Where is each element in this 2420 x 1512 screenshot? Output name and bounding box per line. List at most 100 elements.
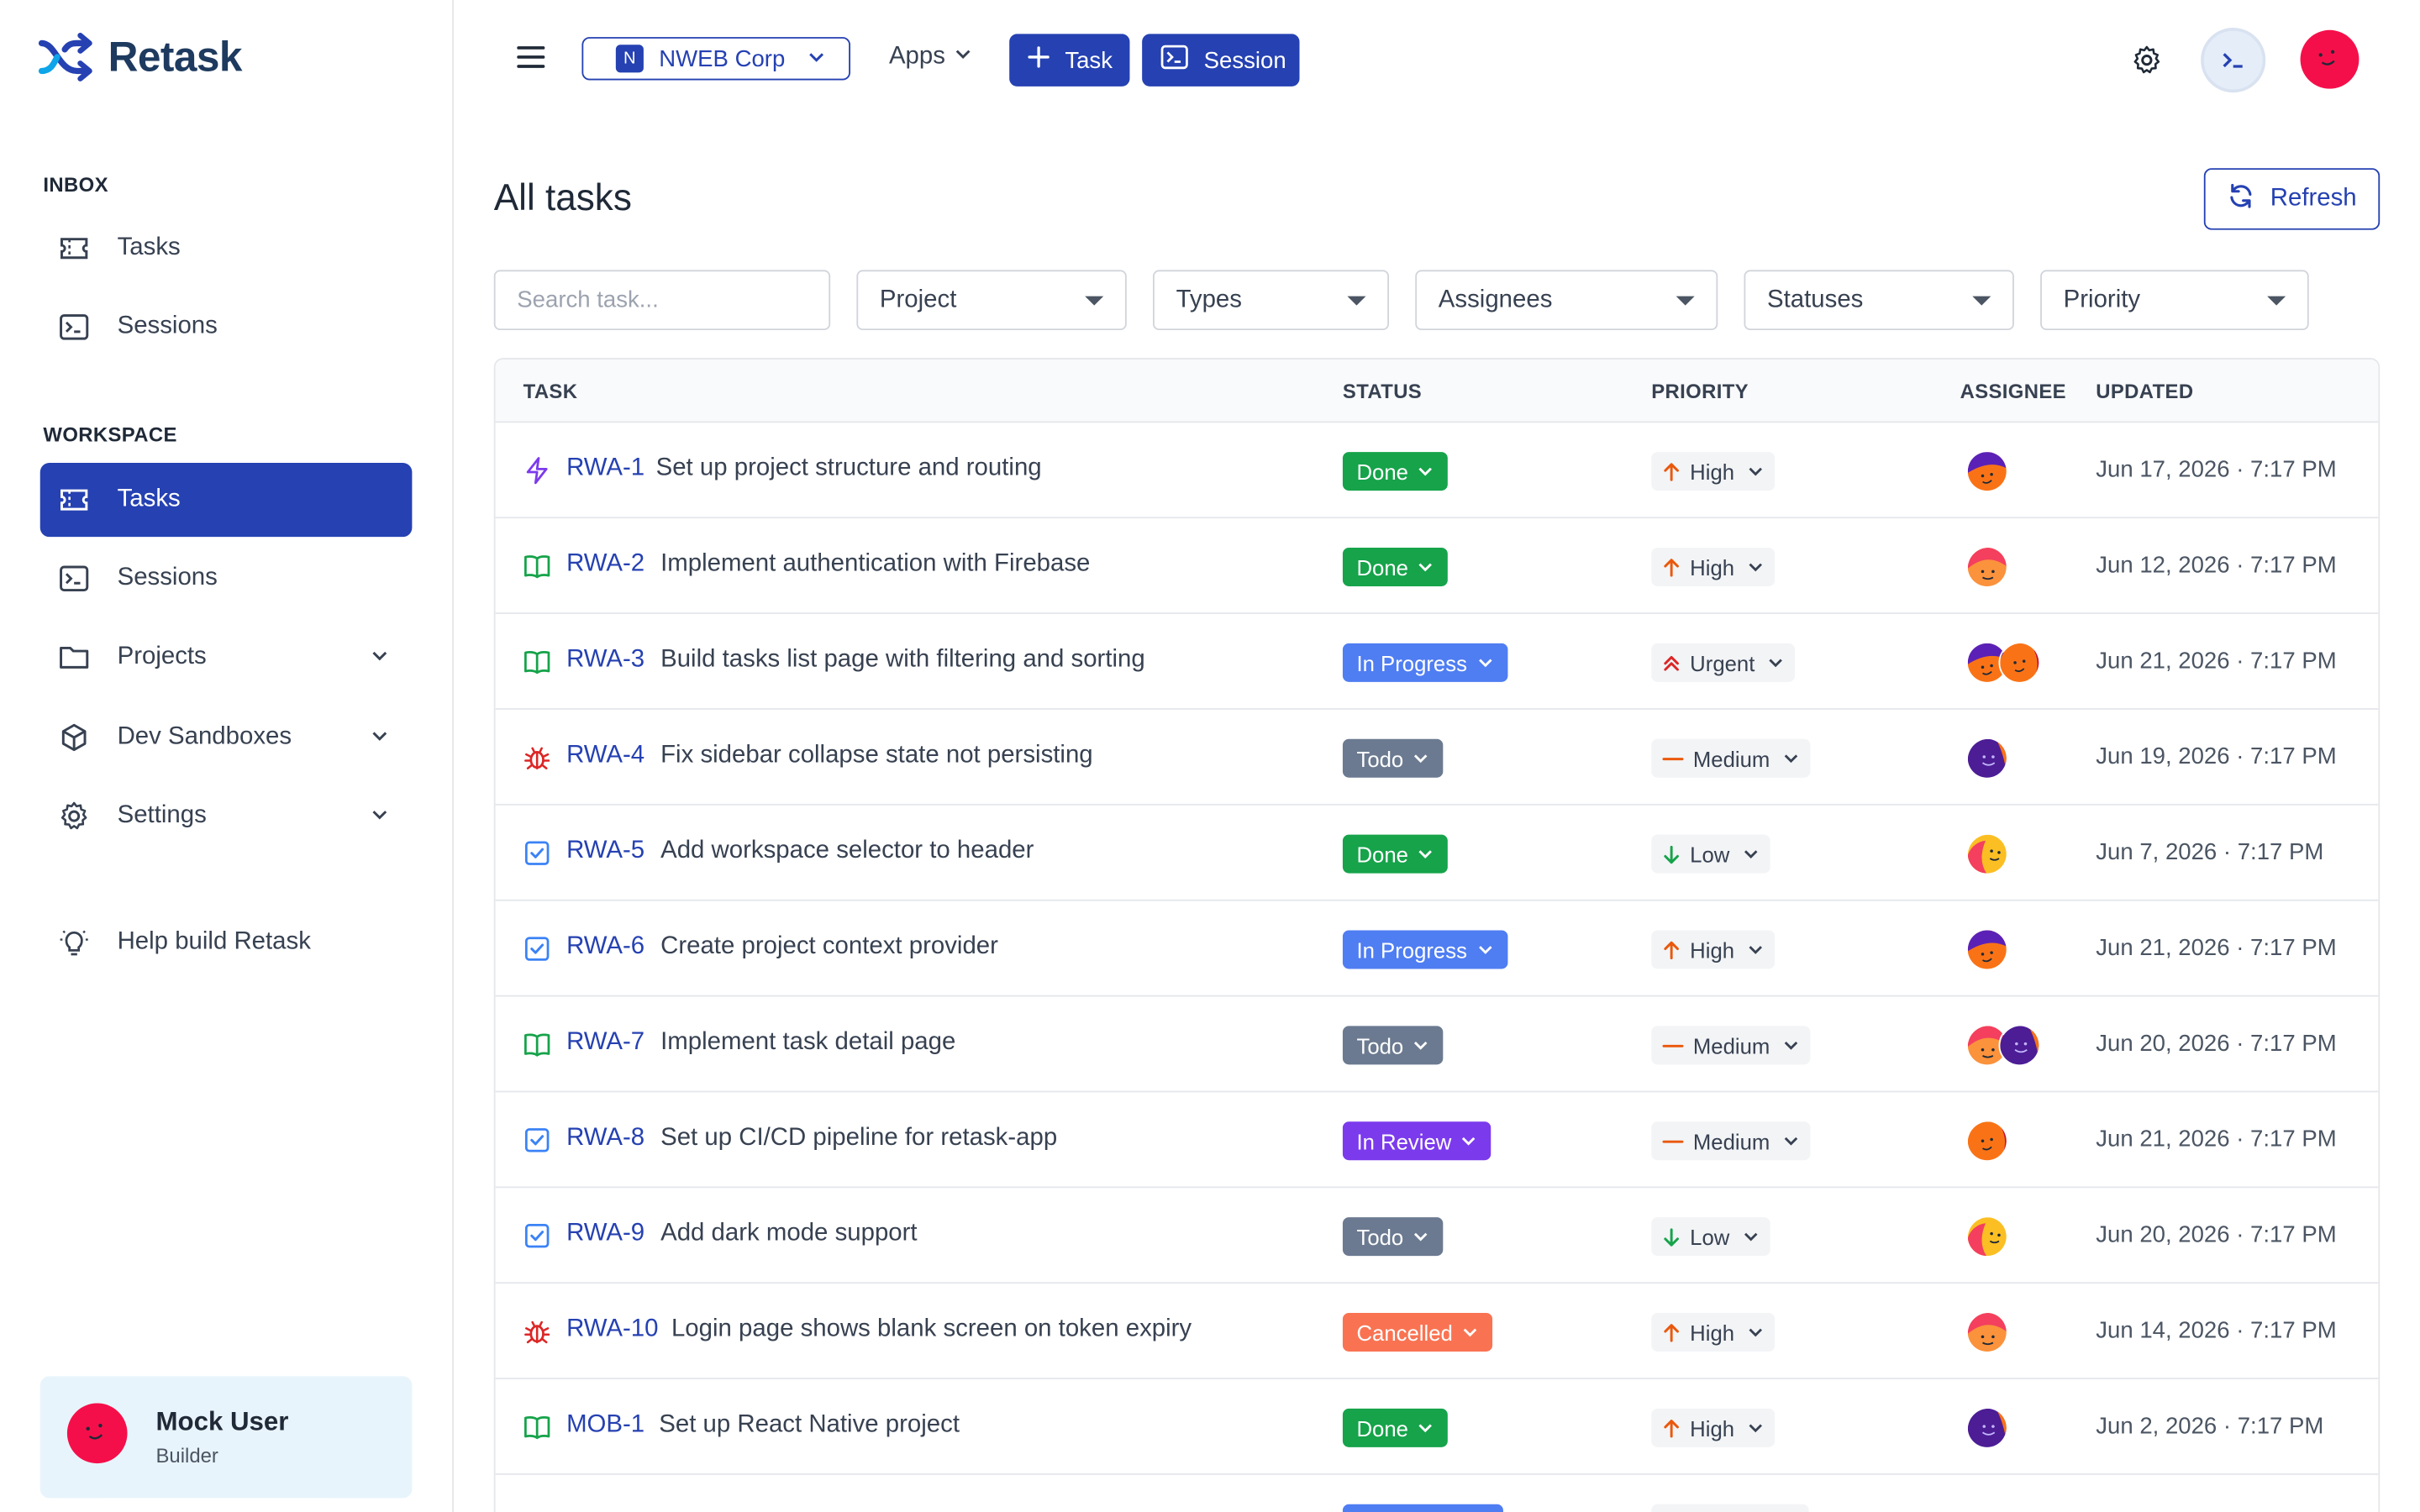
table-row[interactable]: RWA-7 Implement task detail page Todo Me… — [495, 997, 2379, 1093]
task-id-link[interactable]: RWA-1 — [566, 455, 644, 483]
avatar[interactable] — [1965, 1311, 2008, 1353]
sidebar-item-projects[interactable]: Projects — [40, 620, 413, 694]
priority-dropdown[interactable]: Medium — [1651, 1121, 1811, 1161]
avatar[interactable] — [1965, 546, 2008, 588]
task-id-link[interactable]: RWA-7 — [566, 1029, 644, 1057]
avatar[interactable] — [1965, 832, 2008, 875]
task-id-link[interactable]: RWA-4 — [566, 742, 644, 769]
task-title[interactable]: Fix sidebar collapse state not persistin… — [660, 742, 1093, 769]
avatar[interactable] — [1965, 1215, 2008, 1257]
task-title[interactable]: Add dark mode support — [660, 1221, 917, 1248]
status-dropdown[interactable]: In Progress — [1342, 930, 1507, 969]
avatar[interactable] — [1998, 642, 2041, 684]
table-row[interactable]: RWA-5 Add workspace selector to header D… — [495, 806, 2379, 901]
priority-dropdown[interactable]: High — [1651, 1313, 1775, 1352]
task-title[interactable]: Add workspace selector to header — [660, 837, 1034, 865]
console-icon[interactable] — [2201, 28, 2266, 93]
status-dropdown[interactable]: Done — [1342, 1408, 1449, 1447]
priority-dropdown[interactable]: High — [1651, 1408, 1775, 1447]
column-header-status[interactable]: STATUS — [1343, 380, 1422, 403]
table-row[interactable]: MOB-1 Set up React Native project Done H… — [495, 1379, 2379, 1475]
status-dropdown[interactable]: Done — [1342, 834, 1449, 874]
status-dropdown[interactable]: Todo — [1342, 738, 1444, 778]
sidebar-item-settings[interactable]: Settings — [40, 780, 413, 853]
filter-statuses[interactable]: Statuses — [1744, 270, 2014, 331]
user-card[interactable]: Mock User Builder — [39, 1376, 413, 1499]
avatar[interactable] — [2300, 29, 2360, 90]
filter-priority[interactable]: Priority — [2040, 270, 2309, 331]
avatar[interactable] — [1998, 1024, 2041, 1067]
priority-dropdown[interactable] — [1651, 1504, 1809, 1512]
status-dropdown[interactable]: In Progress — [1342, 643, 1507, 682]
sidebar-item-help[interactable]: Help build Retask — [40, 906, 413, 979]
sidebar-item-dev-sandboxes[interactable]: Dev Sandboxes — [40, 701, 413, 774]
task-title[interactable]: Build tasks list page with filtering and… — [660, 647, 1145, 675]
chevron-down-icon[interactable] — [369, 645, 391, 675]
task-title[interactable]: Create project context provider — [660, 933, 998, 961]
task-id-link[interactable]: RWA-8 — [566, 1125, 644, 1152]
status-dropdown[interactable] — [1342, 1504, 1503, 1512]
status-dropdown[interactable]: In Review — [1342, 1121, 1492, 1161]
new-session-button[interactable]: Session — [1142, 34, 1300, 87]
table-row[interactable]: RWA-10 Login page shows blank screen on … — [495, 1284, 2379, 1380]
column-header-updated[interactable]: UPDATED — [2096, 380, 2193, 403]
apps-menu-button[interactable]: Apps — [889, 43, 973, 71]
status-dropdown[interactable]: Cancelled — [1342, 1313, 1493, 1352]
priority-dropdown[interactable]: High — [1651, 930, 1775, 969]
logo[interactable]: Retask — [37, 31, 242, 83]
status-dropdown[interactable]: Done — [1342, 548, 1449, 586]
table-row[interactable]: RWA-4 Fix sidebar collapse state not per… — [495, 710, 2379, 806]
task-title[interactable]: Login page shows blank screen on token e… — [671, 1316, 1192, 1344]
table-row[interactable]: RWA-8 Set up CI/CD pipeline for retask-a… — [495, 1092, 2379, 1189]
workspace-selector[interactable]: N NWEB Corp — [581, 37, 851, 81]
status-dropdown[interactable]: Todo — [1342, 1217, 1444, 1257]
refresh-button[interactable]: Refresh — [2203, 168, 2381, 230]
filter-project[interactable]: Project — [856, 270, 1127, 331]
sidebar-item-sessions[interactable]: Sessions — [40, 542, 413, 616]
priority-dropdown[interactable]: Medium — [1651, 1026, 1811, 1065]
chevron-down-icon[interactable] — [369, 804, 391, 833]
task-id-link[interactable]: RWA-10 — [566, 1316, 658, 1344]
priority-dropdown[interactable]: High — [1651, 452, 1775, 491]
sidebar-item-tasks[interactable]: Tasks — [39, 463, 413, 538]
column-header-priority[interactable]: PRIORITY — [1651, 380, 1749, 403]
table-row[interactable] — [496, 1475, 2379, 1512]
sidebar-item-inbox-tasks[interactable]: Tasks — [40, 212, 413, 286]
task-id-link[interactable]: RWA-9 — [566, 1221, 644, 1248]
task-title[interactable]: Set up React Native project — [659, 1412, 960, 1440]
priority-dropdown[interactable]: Urgent — [1651, 643, 1796, 682]
table-row[interactable]: RWA-1 Set up project structure and routi… — [495, 423, 2379, 519]
column-header-task[interactable]: TASK — [523, 380, 578, 403]
table-row[interactable]: RWA-2 Implement authentication with Fire… — [495, 518, 2379, 615]
task-title[interactable]: Implement task detail page — [660, 1029, 955, 1057]
table-row[interactable]: RWA-3 Build tasks list page with filteri… — [495, 614, 2379, 710]
search-input[interactable] — [493, 270, 831, 331]
task-id-link[interactable]: RWA-6 — [566, 933, 644, 961]
avatar[interactable] — [1965, 928, 2008, 971]
settings-gear-icon[interactable] — [2130, 43, 2164, 76]
task-id-link[interactable]: RWA-3 — [566, 647, 644, 675]
task-id-link[interactable]: RWA-2 — [566, 551, 644, 579]
priority-dropdown[interactable]: High — [1651, 548, 1775, 586]
table-row[interactable]: RWA-6 Create project context provider In… — [495, 901, 2379, 997]
avatar[interactable] — [1965, 1120, 2008, 1163]
filter-types[interactable]: Types — [1153, 270, 1390, 331]
task-title[interactable]: Implement authentication with Firebase — [660, 551, 1090, 579]
table-row[interactable]: RWA-9 Add dark mode support Todo Low Jun… — [495, 1188, 2379, 1284]
status-dropdown[interactable]: Done — [1342, 452, 1449, 491]
chevron-down-icon[interactable] — [369, 725, 391, 754]
avatar[interactable] — [1965, 1407, 2008, 1449]
status-dropdown[interactable]: Todo — [1342, 1026, 1444, 1065]
task-id-link[interactable]: RWA-5 — [566, 837, 644, 865]
priority-dropdown[interactable]: Low — [1651, 1217, 1770, 1257]
task-title[interactable]: Set up CI/CD pipeline for retask-app — [660, 1125, 1057, 1152]
avatar[interactable] — [1965, 450, 2008, 492]
task-id-link[interactable]: MOB-1 — [566, 1412, 644, 1440]
sidebar-item-inbox-sessions[interactable]: Sessions — [40, 290, 413, 364]
priority-dropdown[interactable]: Low — [1651, 834, 1770, 874]
filter-assignees[interactable]: Assignees — [1415, 270, 1718, 331]
column-header-assignee[interactable]: ASSIGNEE — [1960, 380, 2066, 403]
avatar[interactable] — [1965, 737, 2008, 780]
task-title[interactable]: Set up project structure and routing — [656, 455, 1042, 483]
new-task-button[interactable]: Task — [1009, 34, 1130, 87]
